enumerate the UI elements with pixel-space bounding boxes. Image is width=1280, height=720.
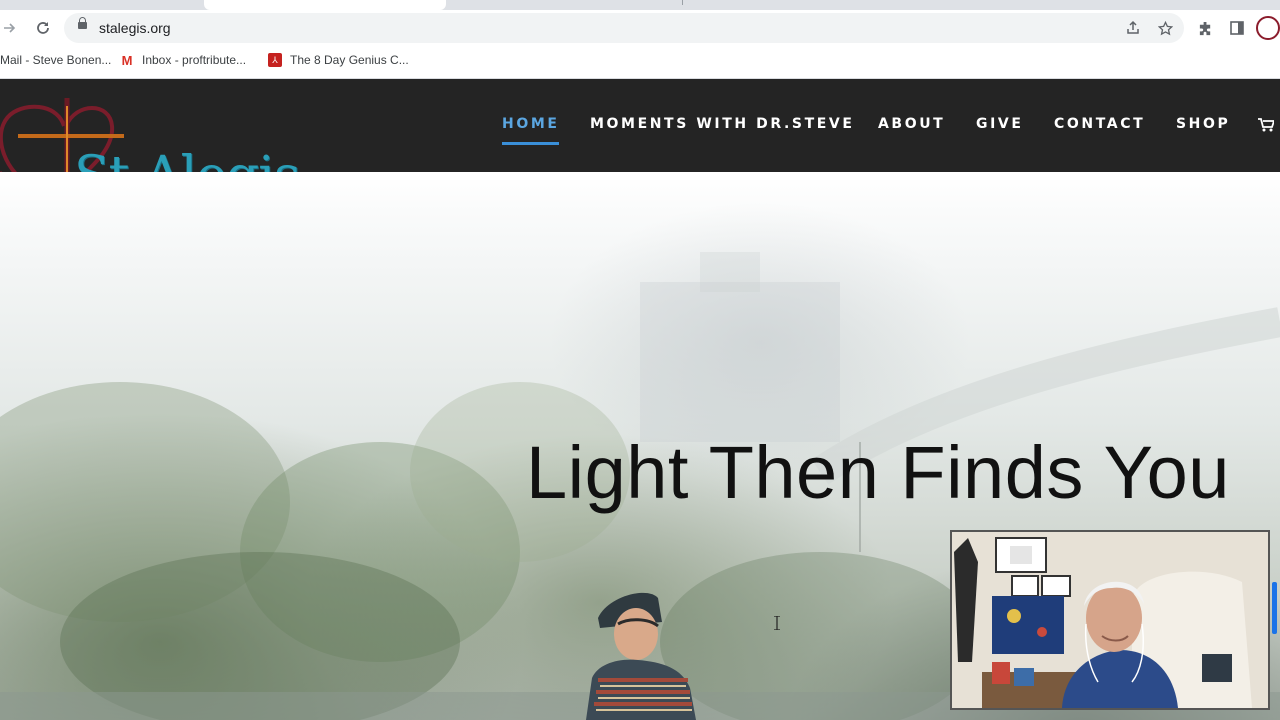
- profile-avatar[interactable]: [1256, 16, 1280, 40]
- hero-title: Light Then Finds You: [526, 431, 1230, 514]
- nav-moments[interactable]: MOMENTS WITH DR.STEVE: [590, 116, 855, 132]
- nav-contact[interactable]: CONTACT: [1054, 116, 1145, 132]
- nav-active-underline: [502, 142, 559, 145]
- gmail-icon: M: [121, 53, 133, 68]
- bookmark-inbox-label: Inbox - proftribute...: [142, 53, 247, 67]
- webcam-presenter-image: [952, 532, 1268, 708]
- tab-strip: [0, 0, 1280, 10]
- hero-person-image: [586, 592, 696, 720]
- browser-toolbar: stalegis.org: [0, 10, 1280, 46]
- pdf-icon: ⅄: [268, 53, 282, 67]
- lock-icon: [78, 17, 87, 29]
- side-panel-icon[interactable]: [1225, 16, 1249, 40]
- bookmark-mail[interactable]: Mail - Steve Bonen...: [0, 53, 111, 67]
- bookmark-star-icon[interactable]: [1154, 17, 1176, 39]
- webcam-overlay: [950, 530, 1270, 710]
- nav-about[interactable]: ABOUT: [878, 116, 945, 132]
- scroll-handle[interactable]: [1272, 582, 1277, 634]
- bookmark-mail-label: Mail - Steve Bonen...: [0, 53, 112, 67]
- tab-separator: [682, 0, 683, 5]
- cart-icon[interactable]: [1258, 118, 1274, 132]
- address-bar[interactable]: stalegis.org: [64, 13, 1184, 43]
- active-tab[interactable]: [204, 0, 446, 10]
- bookmark-inbox[interactable]: M Inbox - proftribute...: [120, 53, 247, 68]
- bookmark-genius-label: The 8 Day Genius C...: [290, 53, 409, 67]
- nav-home[interactable]: HOME: [502, 116, 560, 132]
- text-cursor-icon: [774, 616, 780, 630]
- bookmark-genius[interactable]: ⅄ The 8 Day Genius C...: [268, 53, 409, 67]
- extensions-icon[interactable]: [1193, 16, 1217, 40]
- url-text: stalegis.org: [99, 20, 171, 36]
- forward-icon[interactable]: [0, 16, 20, 40]
- nav-shop[interactable]: SHOP: [1176, 116, 1230, 132]
- reload-icon[interactable]: [31, 16, 55, 40]
- bookmarks-bar: Mail - Steve Bonen... M Inbox - proftrib…: [0, 46, 1280, 79]
- share-icon[interactable]: [1122, 17, 1144, 39]
- nav-give[interactable]: GIVE: [976, 116, 1024, 132]
